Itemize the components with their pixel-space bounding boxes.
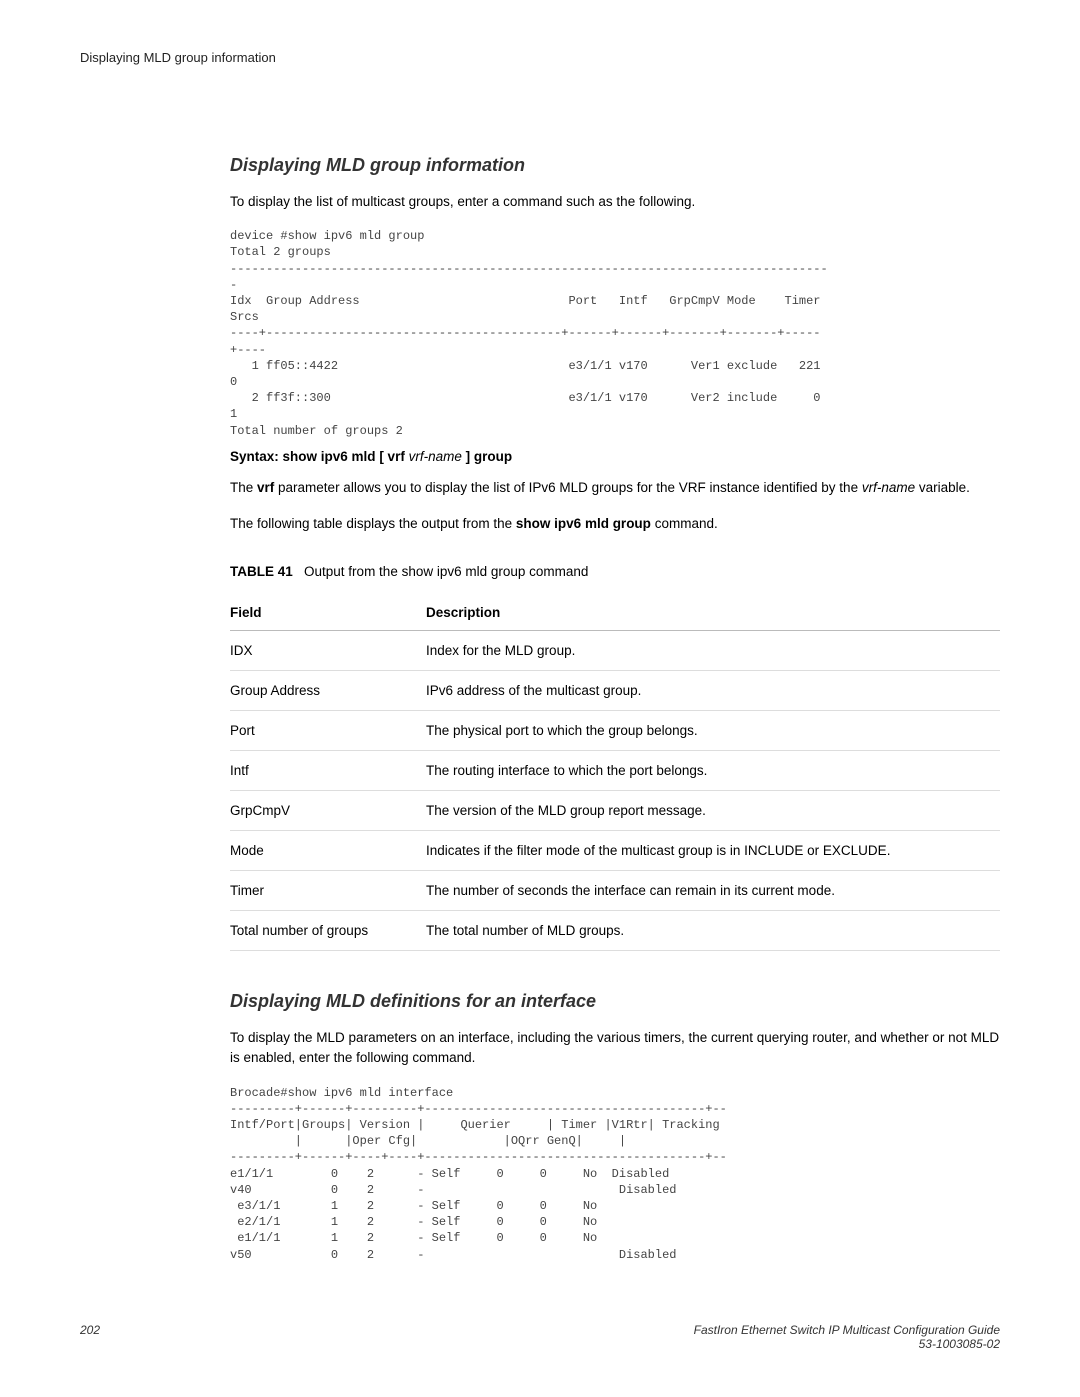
table-label: TABLE 41: [230, 564, 293, 579]
cell-field: Timer: [230, 871, 426, 911]
cell-desc: The number of seconds the interface can …: [426, 871, 1000, 911]
para-table-intro: The following table displays the output …: [230, 514, 1000, 534]
running-header: Displaying MLD group information: [80, 50, 1000, 65]
cell-desc: The version of the MLD group report mess…: [426, 791, 1000, 831]
cell-field: Total number of groups: [230, 911, 426, 951]
output-table: Field Description IDX Index for the MLD …: [230, 595, 1000, 951]
table-row: Group Address IPv6 address of the multic…: [230, 671, 1000, 711]
footer-docnum: 53-1003085-02: [694, 1337, 1000, 1351]
footer-title: FastIron Ethernet Switch IP Multicast Co…: [694, 1323, 1000, 1337]
table-row: Port The physical port to which the grou…: [230, 711, 1000, 751]
page-footer: 202 FastIron Ethernet Switch IP Multicas…: [80, 1323, 1000, 1351]
cell-field: Group Address: [230, 671, 426, 711]
table-row: Mode Indicates if the filter mode of the…: [230, 831, 1000, 871]
cell-field: Intf: [230, 751, 426, 791]
cli-output-mld-interface: Brocade#show ipv6 mld interface --------…: [230, 1085, 1000, 1263]
syntax-line: Syntax: show ipv6 mld [ vrf vrf-name ] g…: [230, 449, 1000, 464]
syntax-varname: vrf-name: [409, 449, 462, 464]
table-row: IDX Index for the MLD group.: [230, 631, 1000, 671]
th-desc: Description: [426, 595, 1000, 631]
th-field: Field: [230, 595, 426, 631]
cell-desc: The routing interface to which the port …: [426, 751, 1000, 791]
page-number: 202: [80, 1323, 100, 1337]
syntax-prefix: Syntax: show ipv6 mld: [230, 449, 376, 464]
para-vrf: The vrf parameter allows you to display …: [230, 478, 1000, 498]
cell-field: GrpCmpV: [230, 791, 426, 831]
cell-desc: The total number of MLD groups.: [426, 911, 1000, 951]
cell-desc: IPv6 address of the multicast group.: [426, 671, 1000, 711]
table-row: Total number of groups The total number …: [230, 911, 1000, 951]
cell-desc: Index for the MLD group.: [426, 631, 1000, 671]
cell-desc: Indicates if the filter mode of the mult…: [426, 831, 1000, 871]
cell-field: Port: [230, 711, 426, 751]
table-row: Timer The number of seconds the interfac…: [230, 871, 1000, 911]
table-caption-text: Output from the show ipv6 mld group comm…: [304, 564, 588, 579]
cell-field: IDX: [230, 631, 426, 671]
cell-field: Mode: [230, 831, 426, 871]
cell-desc: The physical port to which the group bel…: [426, 711, 1000, 751]
section-heading-mld-interface: Displaying MLD definitions for an interf…: [230, 991, 1000, 1012]
table-caption: TABLE 41 Output from the show ipv6 mld g…: [230, 564, 1000, 579]
section1-intro: To display the list of multicast groups,…: [230, 192, 1000, 212]
table-row: Intf The routing interface to which the …: [230, 751, 1000, 791]
section2-intro: To display the MLD parameters on an inte…: [230, 1028, 1000, 1069]
syntax-suffix: ] group: [466, 449, 513, 464]
syntax-vrf: [ vrf: [379, 449, 408, 464]
cli-output-mld-group: device #show ipv6 mld group Total 2 grou…: [230, 228, 1000, 438]
section-heading-mld-group: Displaying MLD group information: [230, 155, 1000, 176]
table-row: GrpCmpV The version of the MLD group rep…: [230, 791, 1000, 831]
